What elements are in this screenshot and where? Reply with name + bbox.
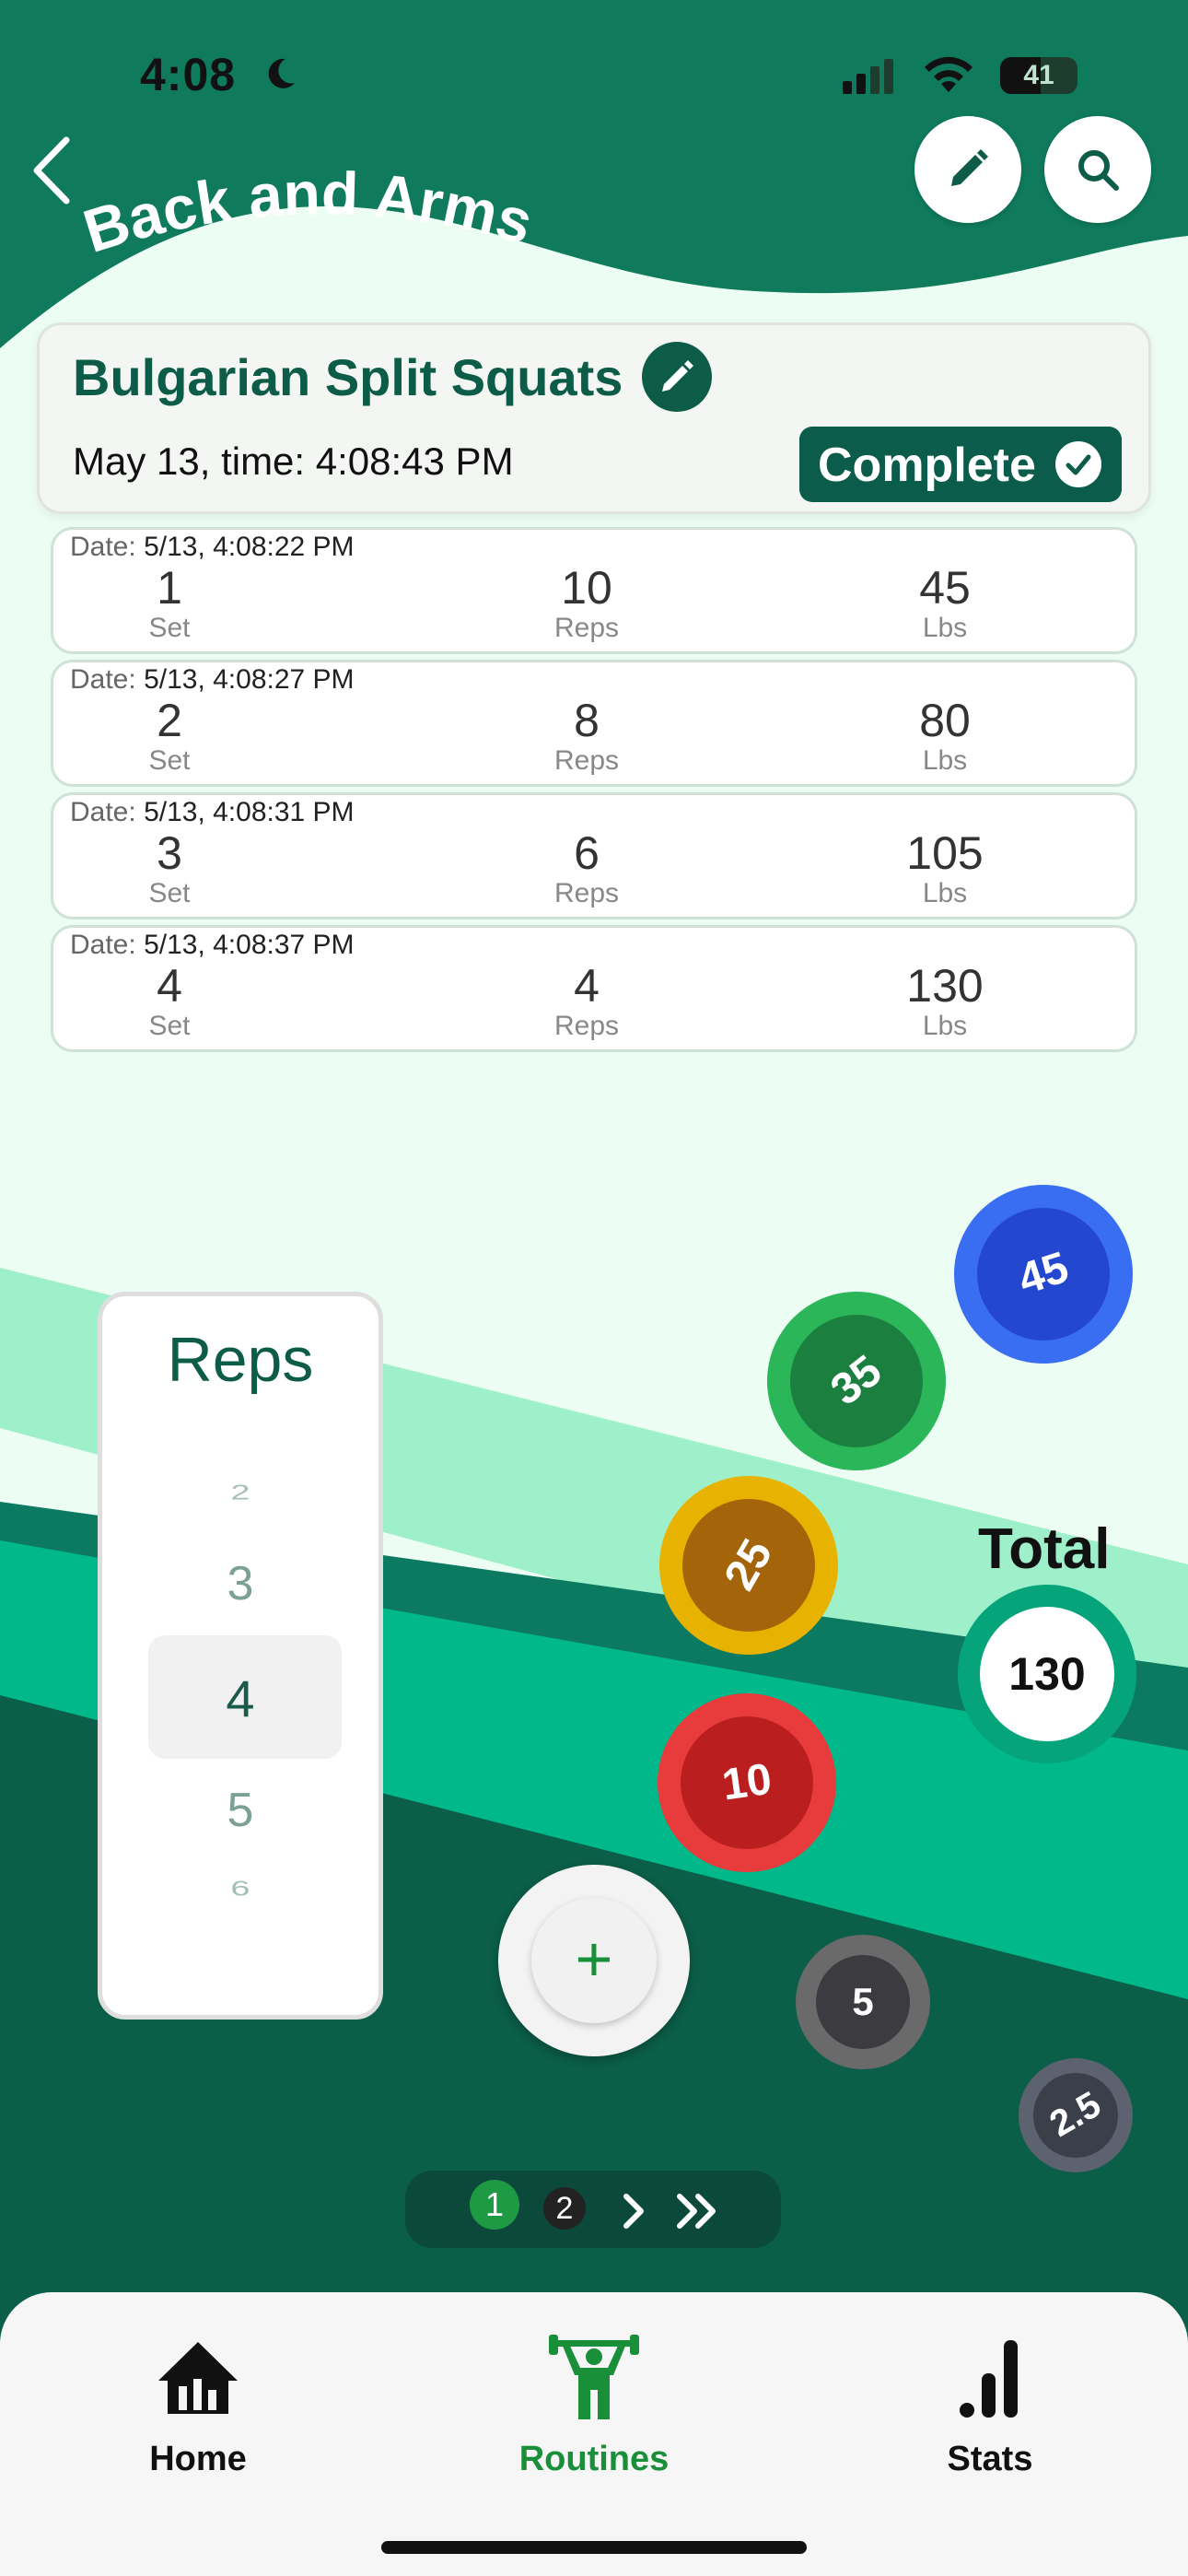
tab-bar: Home Routines Stats xyxy=(0,2292,1188,2576)
exercise-card: Bulgarian Split Squats May 13, time: 4:0… xyxy=(37,322,1151,514)
plus-icon: + xyxy=(575,1923,613,1995)
reps-picker[interactable]: Reps 2 3 4 5 6 xyxy=(98,1292,383,2020)
page-1-button[interactable]: 1 xyxy=(470,2180,519,2230)
tab-home[interactable]: Home xyxy=(78,2333,318,2479)
checkmark-icon xyxy=(1055,441,1101,487)
pencil-icon xyxy=(951,149,988,186)
add-set-button[interactable]: + xyxy=(498,1865,690,2056)
plate-10-button[interactable]: 10 xyxy=(658,1693,836,1872)
tab-stats[interactable]: Stats xyxy=(870,2333,1110,2479)
plate-35-button[interactable]: 35 xyxy=(767,1292,946,1470)
plate-5-button[interactable]: 5 xyxy=(796,1935,930,2069)
weightlifter-icon xyxy=(549,2335,639,2419)
home-indicator xyxy=(381,2541,807,2554)
stats-bars-icon xyxy=(960,2340,1018,2418)
home-icon xyxy=(158,2342,238,2414)
pagination: 1 2 xyxy=(405,2171,781,2248)
moon-icon xyxy=(268,58,295,88)
pencil-icon xyxy=(662,360,693,392)
battery-indicator: 41 xyxy=(1000,57,1077,94)
set-row[interactable]: Date: 5/13, 4:08:31 PM 3 Set 6 Reps 105 Lbs xyxy=(51,792,1137,919)
plate-25-button[interactable]: 25 xyxy=(659,1476,838,1655)
search-button[interactable] xyxy=(1044,116,1151,223)
next-page-icon[interactable] xyxy=(615,2191,652,2231)
total-weight-badge: 130 xyxy=(958,1585,1136,1763)
exercise-timestamp: May 13, time: 4:08:43 PM xyxy=(73,439,514,483)
back-chevron-icon[interactable] xyxy=(26,129,81,212)
plate-45-button[interactable]: 45 xyxy=(954,1185,1133,1364)
set-row[interactable]: Date: 5/13, 4:08:22 PM 1 Set 10 Reps 45 Lbs xyxy=(51,527,1137,654)
edit-routine-button[interactable] xyxy=(914,116,1021,223)
page-2-button[interactable]: 2 xyxy=(543,2187,586,2230)
plate-2-5-button[interactable]: 2.5 xyxy=(1019,2058,1133,2172)
status-time: 4:08 xyxy=(140,49,237,100)
search-icon xyxy=(1078,150,1119,191)
edit-exercise-button[interactable] xyxy=(642,342,712,412)
wifi-icon xyxy=(925,56,973,92)
routine-title: Back and Arms xyxy=(76,158,540,265)
set-row[interactable]: Date: 5/13, 4:08:27 PM 2 Set 8 Reps 80 Lbs xyxy=(51,660,1137,787)
tab-routines[interactable]: Routines xyxy=(474,2333,714,2479)
picker-title: Reps xyxy=(167,1325,314,1395)
cellular-signal-icon xyxy=(843,59,898,94)
picker-option[interactable]: 2 xyxy=(102,1481,379,1505)
last-page-icon[interactable] xyxy=(672,2191,724,2231)
svg-text:Back and Arms: Back and Arms xyxy=(76,158,540,265)
picker-option[interactable]: 6 xyxy=(102,1878,379,1902)
picker-option[interactable]: 3 xyxy=(102,1556,379,1611)
set-row[interactable]: Date: 5/13, 4:08:37 PM 4 Set 4 Reps 130 Lbs xyxy=(51,925,1137,1052)
complete-button[interactable]: Complete xyxy=(799,427,1122,502)
picker-option[interactable]: 5 xyxy=(102,1783,379,1838)
total-label: Total xyxy=(978,1517,1111,1581)
picker-option-selected[interactable]: 4 xyxy=(102,1669,379,1728)
exercise-name: Bulgarian Split Squats xyxy=(73,348,623,406)
